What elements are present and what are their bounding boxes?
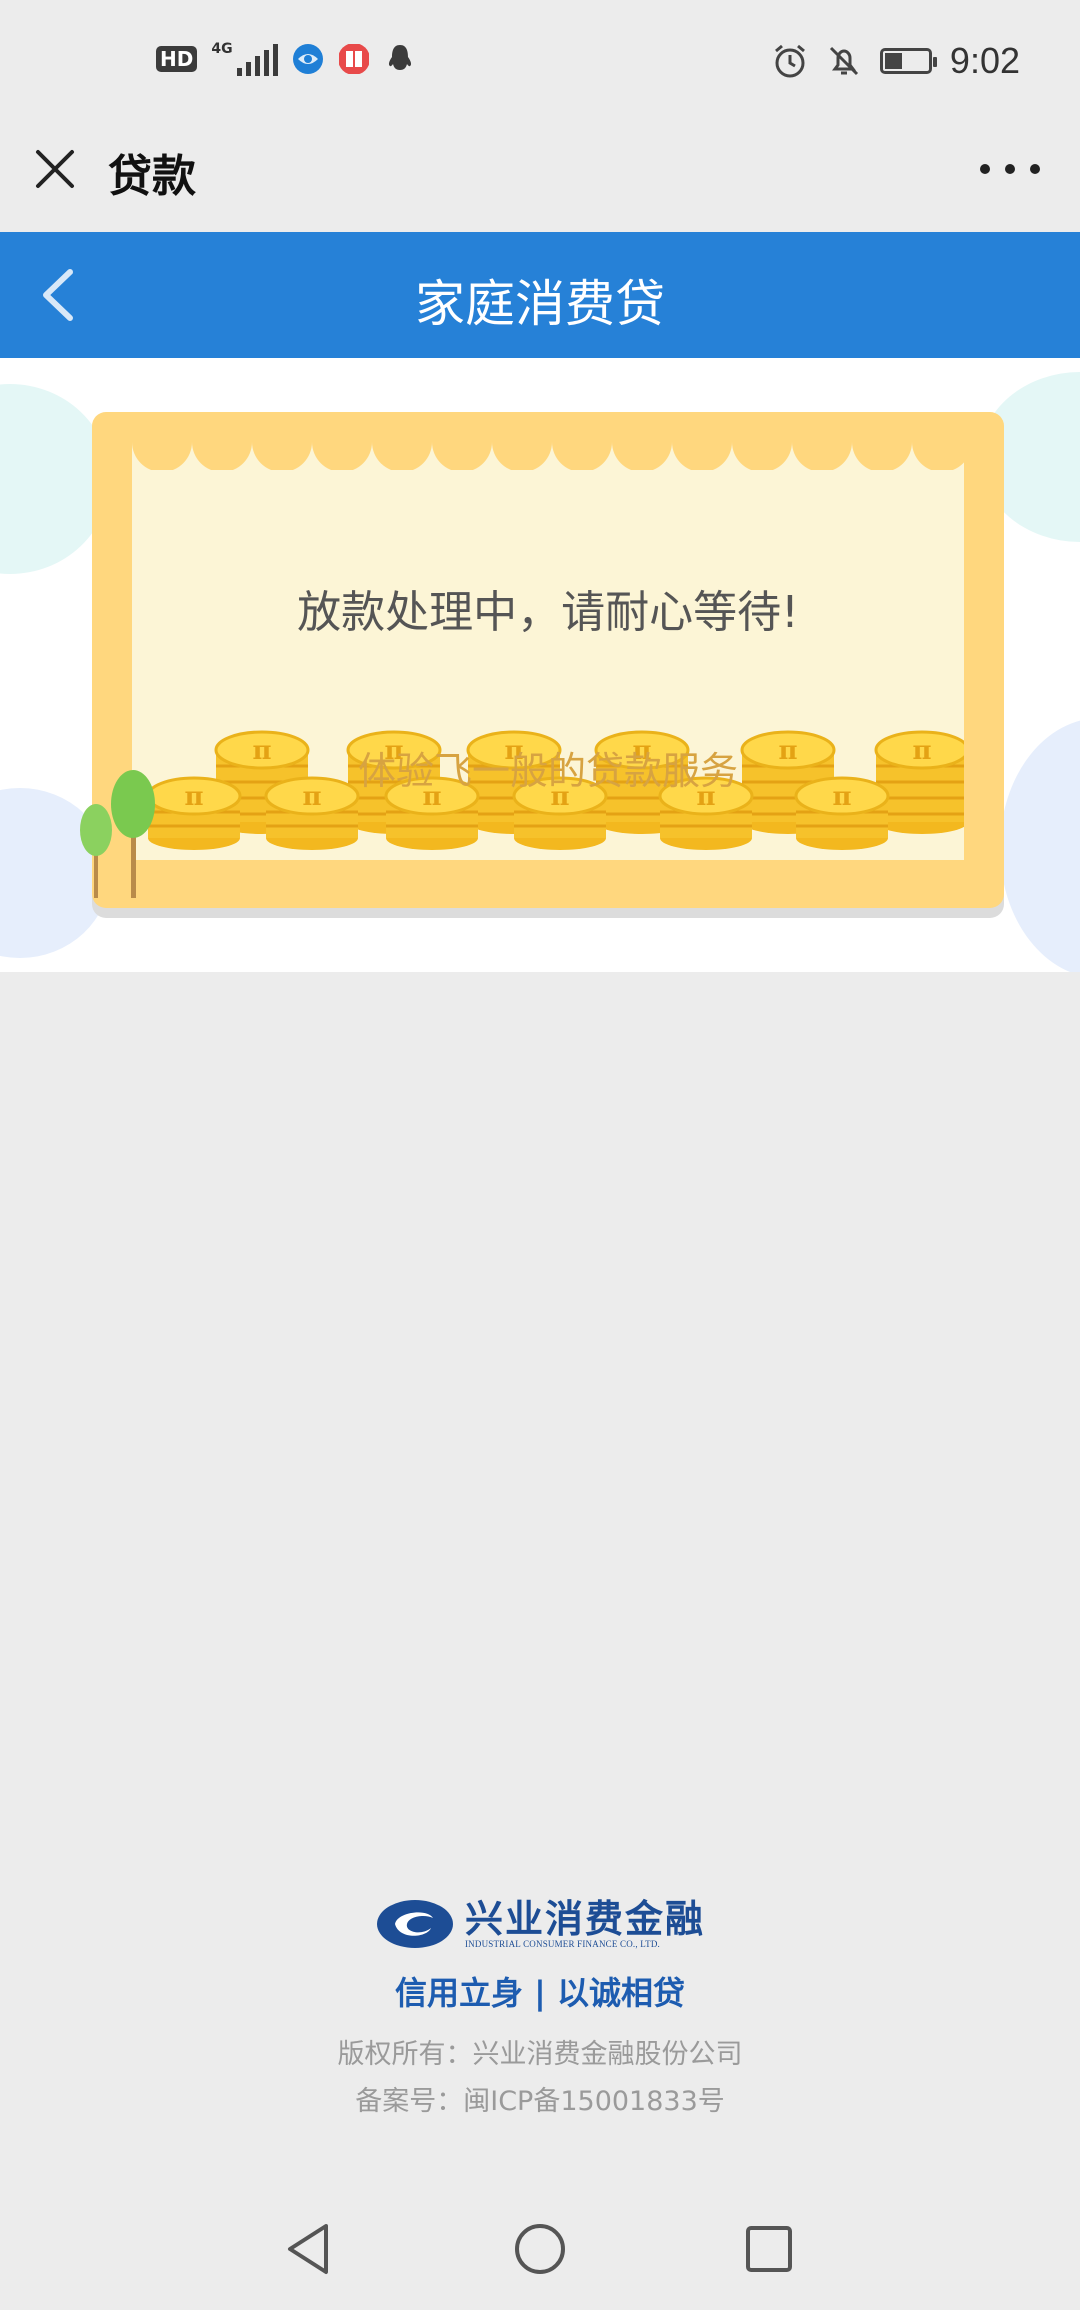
logo-chinese-text: 兴业消费金融 xyxy=(464,1896,705,1941)
battery-icon xyxy=(879,48,937,74)
logo-swirl-icon xyxy=(376,1900,453,1948)
status-message: 放款处理中，请耐心等待! xyxy=(297,587,799,638)
back-triangle-icon[interactable] xyxy=(276,2216,342,2282)
network-type-label: 4G xyxy=(211,41,233,57)
app-header: 家庭消费贷 xyxy=(0,232,1080,358)
copyright-text: 版权所有：兴业消费金融股份公司 xyxy=(337,2039,743,2070)
close-icon[interactable] xyxy=(30,144,80,194)
qq-icon xyxy=(388,45,411,70)
tree-icon xyxy=(111,770,155,898)
status-subtitle: 体验飞一般的贷款服务 xyxy=(357,749,738,793)
browser-app-icon xyxy=(292,44,323,74)
header-title: 家庭消费贷 xyxy=(415,275,665,333)
home-circle-icon[interactable] xyxy=(507,2216,573,2282)
company-logo: 兴业消费金融 INDUSTRIAL CONSUMER FINANCE CO., … xyxy=(375,1898,705,1950)
scallop-edge xyxy=(132,442,964,470)
system-navbar xyxy=(0,2186,1080,2310)
recents-square-icon[interactable] xyxy=(736,2216,802,2282)
status-time: 9:02 xyxy=(949,40,1020,81)
status-banner: 放款处理中，请耐心等待! π π π π π π π π π π π π 体验飞… xyxy=(0,358,1080,972)
webview-titlebar: 贷款 xyxy=(0,124,1080,232)
cloud-decoration xyxy=(1000,718,1080,972)
status-left-icons: HD 4G xyxy=(156,42,416,76)
mute-bell-icon xyxy=(829,46,858,76)
page-title: 贷款 xyxy=(108,151,196,202)
footer: 兴业消费金融 INDUSTRIAL CONSUMER FINANCE CO., … xyxy=(0,1898,1080,2118)
banner-frame: 放款处理中，请耐心等待! π π π π π π π π π π π π 体验飞… xyxy=(92,412,1004,908)
icp-record-text: 备案号：闽ICP备15001833号 xyxy=(355,2086,725,2117)
company-slogan: 信用立身 | 以诚相贷 xyxy=(395,1974,685,2012)
signal-icon: 4G xyxy=(211,41,278,76)
status-right-icons: 9:02 xyxy=(772,40,1020,82)
more-icon[interactable] xyxy=(980,154,1040,184)
banner-inner: 放款处理中，请耐心等待! π π π π π π π π π π π π 体验飞… xyxy=(132,442,964,860)
status-bar: HD 4G 9:02 xyxy=(0,0,1080,124)
alarm-icon xyxy=(774,44,805,78)
book-app-icon xyxy=(338,44,369,74)
hd-icon: HD xyxy=(156,46,198,72)
